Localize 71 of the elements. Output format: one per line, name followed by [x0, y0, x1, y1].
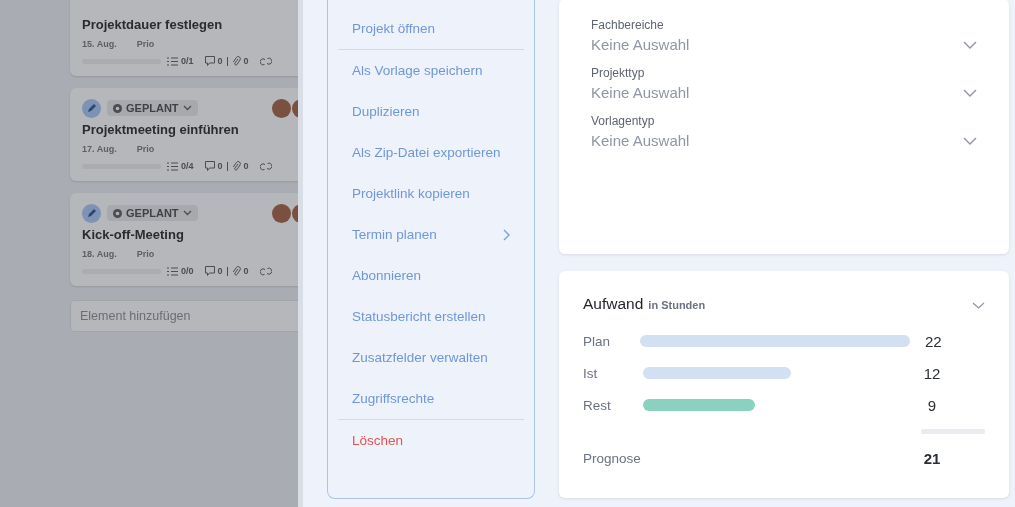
menu-item[interactable]: Abonnieren	[338, 255, 524, 296]
chevron-icon	[182, 105, 192, 111]
attachment-count: 0	[243, 266, 249, 276]
field-label: Vorlagentyp	[591, 114, 656, 128]
pencil-icon[interactable]	[82, 98, 101, 118]
add-item-field[interactable]: Element hinzufügen	[70, 300, 298, 332]
select-field[interactable]: Keine Auswahl	[591, 80, 977, 101]
checklist-icon	[167, 56, 178, 66]
effort-label: Plan	[583, 333, 612, 349]
card-title: Aufwand	[583, 295, 644, 313]
effort-value: 12	[922, 364, 942, 382]
status-dropdown[interactable]: GEPLANT	[107, 205, 198, 221]
comment-icon	[204, 56, 215, 66]
comment-count: 0	[217, 56, 223, 66]
chevron-down-icon[interactable]	[972, 302, 985, 309]
priority-label: Prio	[136, 39, 155, 49]
priority-label: Prio	[136, 249, 155, 259]
link-icon	[259, 161, 272, 171]
paperclip-icon	[231, 266, 241, 276]
comment-count: 0	[217, 161, 223, 171]
card-title: Projektdauer festlegen	[82, 17, 224, 32]
link-icon	[259, 266, 272, 276]
paperclip-icon	[231, 56, 241, 66]
task-count: 0/4	[181, 161, 194, 171]
field-label: Fachbereiche	[591, 18, 665, 32]
menu-item[interactable]: Zusatzfelder verwalten	[338, 337, 524, 378]
chevron-down-icon	[963, 40, 977, 49]
pencil-icon[interactable]	[82, 203, 101, 223]
attachment-count: 0	[243, 161, 249, 171]
menu-item[interactable]: Löschen	[338, 420, 524, 461]
comment-icon	[204, 161, 215, 171]
select-field[interactable]: Keine Auswahl	[591, 128, 977, 149]
paperclip-icon	[231, 161, 241, 171]
menu-item[interactable]: Als Vorlage speichern	[338, 50, 524, 91]
select-field[interactable]: Keine Auswahl	[591, 32, 977, 53]
link-icon	[259, 56, 272, 66]
chevron-down-icon	[963, 136, 977, 145]
effort-value: 9	[926, 396, 938, 414]
task-count: 0/0	[181, 266, 194, 276]
effort-label: Rest	[583, 397, 612, 413]
task-count: 0/1	[181, 56, 194, 66]
menu-item[interactable]: Duplizieren	[338, 91, 524, 132]
menu-item[interactable]: Projektlink kopieren	[338, 173, 524, 214]
chevron-right-icon	[503, 228, 510, 241]
menu-item[interactable]: Zugriffsrechte	[338, 378, 524, 419]
card-title: Kick-off-Meeting	[82, 227, 185, 242]
field-label: Projekttyp	[591, 66, 646, 80]
checklist-icon	[167, 161, 178, 171]
priority-label: Prio	[136, 144, 155, 154]
due-date: 15. Aug.	[82, 39, 117, 49]
card-title: Projektmeeting einführen	[82, 122, 240, 137]
menu-item[interactable]: Statusbericht erstellen	[338, 296, 524, 337]
due-date: 18. Aug.	[82, 249, 117, 259]
status-dropdown[interactable]: GEPLANT	[107, 100, 198, 116]
chevron-down-icon	[963, 88, 977, 97]
effort-value: 22	[924, 332, 943, 350]
menu-item[interactable]: Termin planen	[338, 214, 524, 255]
chevron-icon	[182, 210, 192, 216]
menu-item[interactable]: Als Zip-Datei exportieren	[338, 132, 524, 173]
forecast-label: Prognose	[583, 450, 642, 466]
unit-label: in Stunden	[648, 299, 706, 311]
effort-label: Ist	[583, 365, 599, 381]
comment-count: 0	[217, 266, 223, 276]
status-icon	[113, 103, 122, 113]
attachment-count: 0	[243, 56, 249, 66]
checklist-icon	[167, 266, 178, 276]
status-icon	[113, 208, 122, 218]
comment-icon	[204, 266, 215, 276]
due-date: 17. Aug.	[82, 144, 117, 154]
menu-item[interactable]: Projekt öffnen	[338, 8, 524, 49]
forecast-value: 21	[922, 449, 942, 467]
